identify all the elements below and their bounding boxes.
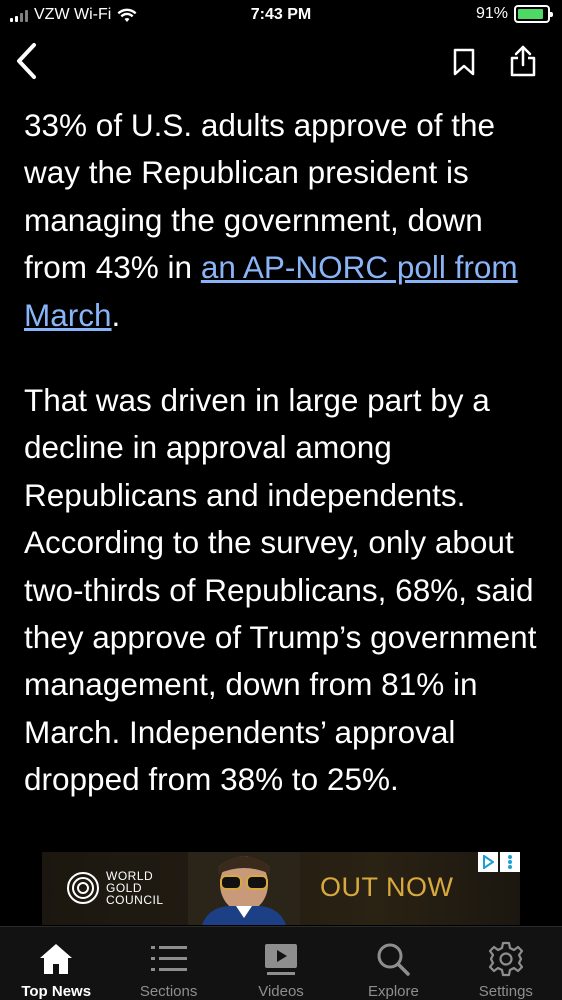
tab-videos[interactable]: Videos <box>225 927 337 1000</box>
article-paragraph-2: That was driven in large part by a decli… <box>24 382 537 798</box>
tab-settings[interactable]: Settings <box>450 927 562 1000</box>
tab-bar: Top News Sections Videos Explore Setting… <box>0 926 562 1000</box>
ad-banner[interactable]: WORLD GOLD COUNCIL OUT NOW <box>42 852 520 925</box>
ad-menu-icon[interactable] <box>500 852 520 872</box>
status-bar: VZW Wi-Fi 7:43 PM 91% <box>0 0 562 32</box>
back-button[interactable] <box>6 38 48 84</box>
battery-tip <box>550 12 553 17</box>
gear-icon <box>488 939 524 979</box>
gold-council-logo-icon <box>67 872 99 904</box>
tab-top-news[interactable]: Top News <box>0 927 112 1000</box>
tab-sections[interactable]: Sections <box>112 927 224 1000</box>
bookmark-icon <box>453 48 475 76</box>
bookmark-button[interactable] <box>446 42 482 82</box>
tab-label: Videos <box>258 983 304 1000</box>
ad-logo-text: WORLD GOLD COUNCIL <box>106 870 164 906</box>
article-nav-bar <box>0 32 562 92</box>
video-icon <box>263 939 299 979</box>
share-button[interactable] <box>504 40 542 82</box>
tab-label: Explore <box>367 983 419 1000</box>
battery-icon <box>514 5 553 23</box>
tab-explore[interactable]: Explore <box>337 927 449 1000</box>
ad-choices-icon[interactable] <box>478 852 498 872</box>
home-icon <box>38 939 74 979</box>
status-right: 91% <box>475 5 553 23</box>
ad-logo: WORLD GOLD COUNCIL <box>66 870 164 906</box>
search-icon <box>375 939 411 979</box>
chevron-left-icon <box>17 43 36 79</box>
share-icon <box>510 45 536 77</box>
paragraph-1-end: . <box>111 296 121 333</box>
battery-fill <box>518 9 543 19</box>
article-body: 33% of U.S. adults approve of the way th… <box>24 102 546 804</box>
ad-cta-label: OUT NOW <box>320 872 454 902</box>
tab-label: Top News <box>21 983 92 1000</box>
tab-label: Settings <box>478 983 533 1000</box>
list-icon <box>150 939 187 979</box>
ad-choices[interactable] <box>478 852 520 872</box>
ad-person-image <box>188 852 300 925</box>
battery-percent: 91% <box>475 5 508 22</box>
ad-logo-line: COUNCIL <box>106 893 164 907</box>
tab-label: Sections <box>139 983 198 1000</box>
article-paragraph-1: 33% of U.S. adults approve of the way th… <box>24 102 546 339</box>
